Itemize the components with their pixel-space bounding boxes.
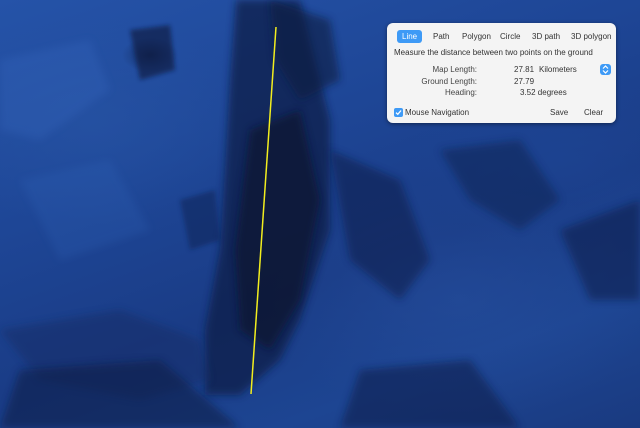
measure-panel: Line Path Polygon Circle 3D path 3D poly…: [387, 23, 616, 123]
ground-length-label: Ground Length:: [421, 77, 477, 86]
tab-path[interactable]: Path: [428, 30, 454, 43]
heading-label: Heading:: [444, 88, 477, 97]
checkmark-icon: [395, 110, 402, 116]
tab-line[interactable]: Line: [397, 30, 423, 43]
chevron-updown-icon: [602, 65, 609, 74]
tab-3d-polygon[interactable]: 3D polygon: [566, 30, 616, 43]
unit-stepper-button[interactable]: [600, 64, 611, 75]
tab-polygon[interactable]: Polygon: [457, 30, 496, 43]
heading-value: 3.52 degrees: [520, 88, 567, 97]
ground-length-value: 27.79: [514, 77, 535, 86]
tab-circle[interactable]: Circle: [495, 30, 525, 43]
measure-description: Measure the distance between two points …: [394, 48, 593, 57]
measure-tabs: Line Path Polygon Circle 3D path 3D poly…: [394, 30, 612, 44]
mouse-navigation-checkbox[interactable]: [394, 108, 403, 117]
save-button[interactable]: Save: [550, 108, 568, 117]
map-length-value: 27.81: [514, 65, 535, 74]
map-length-label: Map Length:: [432, 65, 477, 74]
clear-button[interactable]: Clear: [584, 108, 603, 117]
unit-select[interactable]: Kilometers: [539, 65, 577, 74]
mouse-navigation-label[interactable]: Mouse Navigation: [405, 108, 469, 117]
tab-3d-path[interactable]: 3D path: [527, 30, 565, 43]
